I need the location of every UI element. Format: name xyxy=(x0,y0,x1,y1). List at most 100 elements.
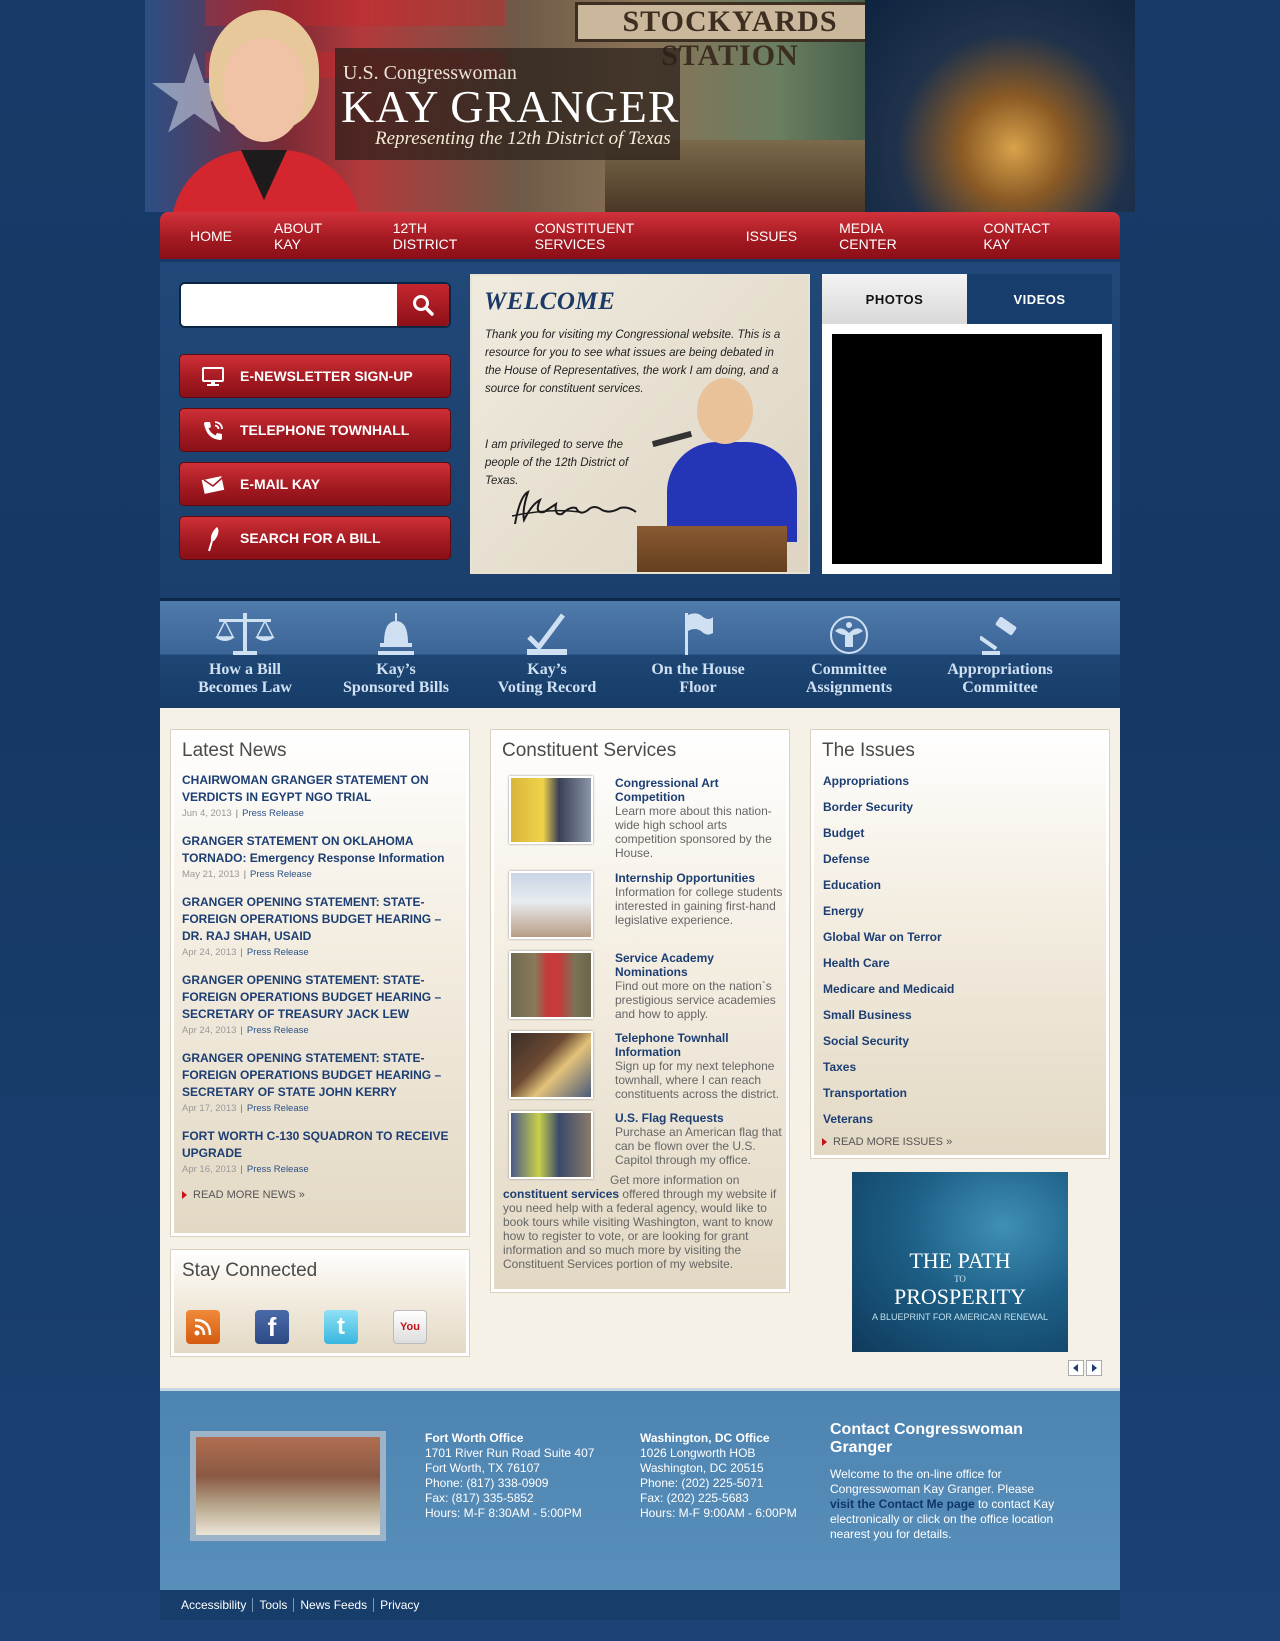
contact-block: Contact Congresswoman Granger Welcome to… xyxy=(830,1421,1060,1542)
sponsored-bills-link[interactable]: Kay’s Sponsored Bills xyxy=(321,609,471,697)
nav-contact-kay[interactable]: CONTACT KAY xyxy=(983,220,1078,252)
nav-about-kay[interactable]: ABOUT KAY xyxy=(274,220,351,252)
gavel-icon xyxy=(925,609,1075,657)
search-for-a-bill-button[interactable]: SEARCH FOR A BILL xyxy=(179,516,451,560)
issues-box: The Issues Appropriations Border Securit… xyxy=(810,729,1110,1159)
issue-link[interactable]: Medicare and Medicaid xyxy=(811,982,1109,1008)
enewsletter-signup-button[interactable]: E-NEWSLETTER SIGN-UP xyxy=(179,354,451,398)
how-a-bill-becomes-law-link[interactable]: How a Bill Becomes Law xyxy=(170,609,320,697)
twitter-icon[interactable]: t xyxy=(324,1310,358,1344)
art-competition-thumb[interactable] xyxy=(509,776,593,844)
flag-requests-thumb[interactable] xyxy=(509,1111,593,1179)
news-category[interactable]: Press Release xyxy=(247,1103,309,1114)
promo-line3: PROSPERITY xyxy=(893,1284,1027,1309)
news-date: Apr 24, 2013 xyxy=(182,1025,237,1036)
banner-prev-button[interactable] xyxy=(1068,1360,1084,1376)
issue-link[interactable]: Taxes xyxy=(811,1060,1109,1086)
cs-title[interactable]: Service Academy Nominations xyxy=(615,951,785,979)
constituent-services-box: Constituent Services Congressional Art C… xyxy=(490,729,790,1293)
capitol-icon xyxy=(321,609,471,657)
stay-connected-box: Stay Connected f t You xyxy=(170,1249,470,1357)
appropriations-line1: Appropriations xyxy=(947,661,1053,678)
arrow-right-icon xyxy=(182,1191,187,1199)
news-category[interactable]: Press Release xyxy=(250,869,312,880)
issue-link[interactable]: Defense xyxy=(811,852,1109,878)
constituent-services-title: Constituent Services xyxy=(502,740,677,761)
cs-item: Internship Opportunities Information for… xyxy=(503,871,783,947)
nav-media-center[interactable]: MEDIA CENTER xyxy=(839,220,941,252)
nav-constituent-services[interactable]: CONSTITUENT SERVICES xyxy=(535,220,704,252)
news-headline[interactable]: GRANGER OPENING STATEMENT: STATE-FOREIGN… xyxy=(182,972,458,1023)
header-banner: ★ STOCKYARDS STATION U.S. Congresswoman … xyxy=(145,0,1135,212)
constituent-services-link[interactable]: constituent services xyxy=(503,1187,619,1201)
page: ★ STOCKYARDS STATION U.S. Congresswoman … xyxy=(145,0,1135,1641)
cs-title[interactable]: Congressional Art Competition xyxy=(615,776,785,804)
email-kay-button[interactable]: E-MAIL KAY xyxy=(179,462,451,506)
house-floor-line2: Floor xyxy=(679,679,717,696)
media-viewer[interactable] xyxy=(832,334,1102,564)
stay-connected-title: Stay Connected xyxy=(182,1260,318,1281)
house-floor-link[interactable]: On the House Floor xyxy=(623,609,773,697)
news-headline[interactable]: GRANGER OPENING STATEMENT: STATE-FOREIGN… xyxy=(182,1050,458,1101)
voting-record-link[interactable]: Kay’s Voting Record xyxy=(472,609,622,697)
welcome-text-2: I am privileged to serve the people of t… xyxy=(485,439,629,487)
cs-title[interactable]: U.S. Flag Requests xyxy=(615,1111,785,1125)
news-date: May 21, 2013 xyxy=(182,869,240,880)
facebook-icon[interactable]: f xyxy=(255,1310,289,1344)
issue-link[interactable]: Education xyxy=(811,878,1109,904)
read-more-news-link[interactable]: READ MORE NEWS » xyxy=(171,1189,469,1201)
news-category[interactable]: Press Release xyxy=(247,947,309,958)
issue-link[interactable]: Social Security xyxy=(811,1034,1109,1060)
fort-worth-office[interactable]: Fort Worth Office 1701 River Run Road Su… xyxy=(425,1431,594,1521)
welcome-title: WELCOME xyxy=(484,288,616,315)
news-category[interactable]: Press Release xyxy=(247,1025,309,1036)
issue-link[interactable]: Appropriations xyxy=(811,774,1109,800)
news-category[interactable]: Press Release xyxy=(247,1164,309,1175)
academy-nominations-thumb[interactable] xyxy=(509,951,593,1019)
contact-me-link[interactable]: visit the Contact Me page xyxy=(830,1497,975,1511)
news-feeds-link[interactable]: News Feeds xyxy=(294,1598,375,1612)
internship-thumb[interactable] xyxy=(509,871,593,939)
dc-office[interactable]: Washington, DC Office 1026 Longworth HOB… xyxy=(640,1431,797,1521)
telephone-townhall-button[interactable]: TELEPHONE TOWNHALL xyxy=(179,408,451,452)
search-input[interactable] xyxy=(181,284,399,326)
tab-videos[interactable]: VIDEOS xyxy=(967,274,1112,324)
issue-link[interactable]: Border Security xyxy=(811,800,1109,826)
news-headline[interactable]: GRANGER OPENING STATEMENT: STATE-FOREIGN… xyxy=(182,894,458,945)
latest-news-title: Latest News xyxy=(182,740,287,761)
news-headline[interactable]: CHAIRWOMAN GRANGER STATEMENT ON VERDICTS… xyxy=(182,772,458,806)
nav-issues[interactable]: ISSUES xyxy=(746,228,797,244)
monitor-icon xyxy=(200,364,226,390)
banner-next-button[interactable] xyxy=(1086,1360,1102,1376)
top-panel: E-NEWSLETTER SIGN-UP TELEPHONE TOWNHALL … xyxy=(160,262,1120,598)
committee-assignments-line1: Committee xyxy=(811,661,887,678)
tools-link[interactable]: Tools xyxy=(253,1598,295,1612)
nav-12th-district[interactable]: 12TH DISTRICT xyxy=(393,220,493,252)
issue-link[interactable]: Transportation xyxy=(811,1086,1109,1112)
committee-assignments-link[interactable]: Committee Assignments xyxy=(774,609,924,697)
issue-link[interactable]: Veterans xyxy=(811,1112,1109,1138)
news-category[interactable]: Press Release xyxy=(242,808,304,819)
appropriations-committee-link[interactable]: Appropriations Committee xyxy=(925,609,1075,697)
tab-photos[interactable]: PHOTOS xyxy=(822,274,967,324)
nav-home[interactable]: HOME xyxy=(190,228,232,244)
cs-title[interactable]: Internship Opportunities xyxy=(615,871,785,885)
news-headline[interactable]: GRANGER STATEMENT ON OKLAHOMA TORNADO: E… xyxy=(182,833,458,867)
read-more-issues-link[interactable]: READ MORE ISSUES » xyxy=(811,1136,1109,1148)
youtube-icon[interactable]: You xyxy=(393,1310,427,1344)
privacy-link[interactable]: Privacy xyxy=(374,1598,425,1612)
search-button[interactable] xyxy=(397,284,449,326)
header-name[interactable]: KAY GRANGER xyxy=(341,80,680,133)
main-nav: HOME ABOUT KAY 12TH DISTRICT CONSTITUENT… xyxy=(160,212,1120,259)
news-headline[interactable]: FORT WORTH C-130 SQUADRON TO RECEIVE UPG… xyxy=(182,1128,458,1162)
issue-link[interactable]: Small Business xyxy=(811,1008,1109,1034)
path-to-prosperity-banner[interactable]: THE PATH TO PROSPERITY A BLUEPRINT FOR A… xyxy=(852,1172,1068,1352)
issue-link[interactable]: Budget xyxy=(811,826,1109,852)
telephone-townhall-thumb[interactable] xyxy=(509,1031,593,1099)
issue-link[interactable]: Global War on Terror xyxy=(811,930,1109,956)
issue-link[interactable]: Energy xyxy=(811,904,1109,930)
accessibility-link[interactable]: Accessibility xyxy=(175,1598,254,1612)
rss-icon[interactable] xyxy=(186,1310,220,1344)
cs-title[interactable]: Telephone Townhall Information xyxy=(615,1031,785,1059)
issue-link[interactable]: Health Care xyxy=(811,956,1109,982)
